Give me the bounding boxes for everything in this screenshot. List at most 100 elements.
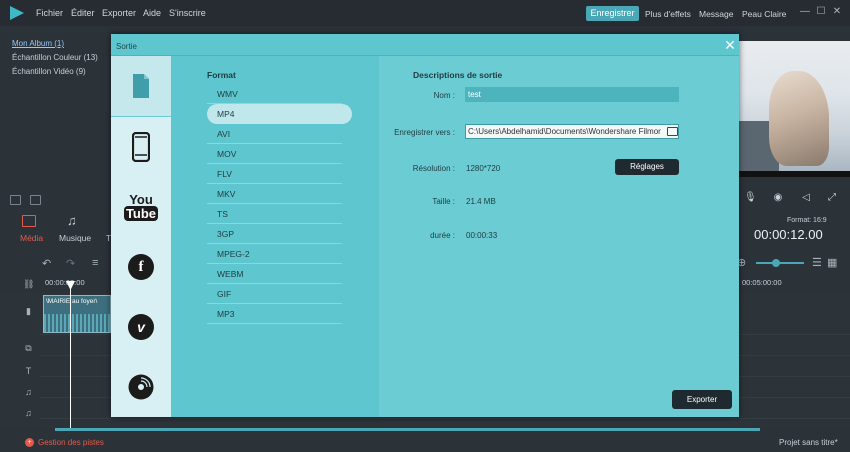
timeline-clip[interactable]: \MAIRIE au foyer\ [43, 295, 111, 333]
save-path-value: C:\Users\Abdelhamid\Documents\Wondershar… [468, 127, 661, 136]
media-tab-icon[interactable] [22, 215, 36, 227]
destination-facebook[interactable]: f [111, 237, 171, 297]
format-heading: Format [207, 70, 236, 80]
tab-media[interactable]: Média [20, 233, 43, 243]
menu-sinscrire[interactable]: S'inscrire [169, 8, 206, 18]
add-folder-icon[interactable] [10, 195, 21, 205]
format-option[interactable]: TS [207, 204, 342, 224]
duration-label: durée : [430, 231, 455, 240]
description-heading: Descriptions de sortie [413, 70, 503, 80]
video-track-icon: ▮ [26, 306, 31, 316]
zoom-slider[interactable] [756, 262, 804, 264]
undo-icon[interactable]: ↶ [42, 257, 51, 270]
destination-dvd[interactable] [111, 357, 171, 417]
destination-list: You Tube f v [111, 56, 171, 417]
resolution-value: 1280*720 [466, 164, 501, 173]
audio-track-icon: ♫ [25, 387, 32, 397]
save-path-field[interactable]: C:\Users\Abdelhamid\Documents\Wondershar… [465, 124, 679, 139]
camera-icon[interactable]: ◉ [772, 192, 784, 204]
tab-music[interactable]: Musique [59, 233, 91, 243]
destination-vimeo[interactable]: v [111, 297, 171, 357]
phone-icon [132, 132, 150, 162]
fullscreen-icon[interactable]: ⤢ [826, 192, 838, 204]
menu-aide[interactable]: Aide [143, 8, 161, 18]
format-option[interactable]: FLV [207, 164, 342, 184]
format-option-selected[interactable]: MP4 [207, 104, 352, 124]
format-option[interactable]: MOV [207, 144, 342, 164]
more-effects-link[interactable]: Plus d'effets [645, 9, 691, 19]
text-track-icon: T [25, 366, 32, 376]
format-option[interactable]: MKV [207, 184, 342, 204]
format-option[interactable]: GIF [207, 284, 342, 304]
track-manager-link[interactable]: Gestion des pistes [38, 438, 104, 447]
grid-view-icon[interactable]: ▦ [827, 256, 837, 269]
format-list: Format WMV MP4 AVI MOV FLV MKV TS 3GP MP… [171, 56, 379, 417]
youtube-you: You [129, 192, 153, 207]
timeline-scrollbar[interactable] [55, 428, 760, 431]
preview-timecode: 00:00:12.00 [754, 227, 823, 242]
menu-exporter[interactable]: Exporter [102, 8, 136, 18]
format-option[interactable]: MPEG-2 [207, 244, 342, 264]
file-icon [133, 74, 149, 98]
menu-fichier[interactable]: Fichier [36, 8, 63, 18]
preview-subject [769, 71, 829, 166]
dialog-title: Sortie [116, 42, 137, 51]
microphone-icon[interactable]: 🎙 [744, 192, 757, 204]
format-option[interactable]: WEBM [207, 264, 342, 284]
audio-track-icon: ♫ [25, 408, 32, 418]
list-view-icon[interactable]: ☰ [812, 256, 822, 269]
name-label: Nom : [433, 91, 455, 100]
destination-local[interactable] [111, 56, 171, 116]
ruler-start-time: 00:00:00:00 [45, 278, 85, 287]
album-item[interactable]: Échantillon Vidéo (9) [12, 67, 86, 76]
size-label: Taille : [432, 197, 455, 206]
delete-folder-icon[interactable] [30, 195, 41, 205]
redo-icon[interactable]: ↷ [66, 257, 75, 270]
album-item[interactable]: Mon Album (1) [12, 39, 64, 48]
close-window-icon[interactable]: ✕ [832, 7, 842, 17]
duration-value: 00:00:33 [466, 231, 498, 240]
add-track-icon[interactable]: + [25, 438, 34, 447]
minimize-icon[interactable]: — [800, 7, 810, 17]
youtube-tube: Tube [123, 206, 159, 221]
destination-youtube[interactable]: You Tube [111, 177, 171, 237]
aspect-format-label: Format: 16:9 [787, 217, 827, 224]
resolution-label: Résolution : [412, 164, 455, 173]
video-preview [739, 41, 850, 171]
maximize-icon[interactable]: ☐ [816, 7, 826, 17]
skin-link[interactable]: Peau Claire [742, 9, 786, 19]
facebook-icon: f [128, 254, 154, 280]
adjust-icon[interactable]: ≡ [92, 257, 98, 269]
message-link[interactable]: Message [699, 9, 734, 19]
ruler-mid-time: 00:05:00:00 [742, 278, 782, 287]
status-bar [0, 433, 850, 452]
project-name: Projet sans titre* [779, 438, 838, 447]
output-description-panel: Descriptions de sortie Nom : Enregistrer… [379, 56, 739, 417]
music-note-icon[interactable]: ♫ [67, 213, 77, 228]
save-to-label: Enregistrer vers : [394, 128, 455, 137]
overlay-track-icon: ⧉ [25, 343, 32, 353]
clip-title: \MAIRIE au foyer\ [46, 298, 98, 305]
menu-editer[interactable]: Éditer [71, 8, 95, 18]
album-item[interactable]: Échantillon Couleur (13) [12, 53, 98, 62]
dvd-icon [128, 374, 154, 400]
close-icon[interactable]: ✕ [723, 38, 737, 52]
youtube-icon: You Tube [123, 192, 159, 221]
format-option[interactable]: 3GP [207, 224, 342, 244]
export-button[interactable]: Exporter [672, 390, 732, 409]
link-icon[interactable]: ⛓ [23, 279, 34, 290]
folder-icon[interactable] [667, 127, 678, 136]
vimeo-icon: v [128, 314, 154, 340]
clip-waveform [44, 314, 110, 332]
destination-device[interactable] [111, 117, 171, 177]
volume-icon[interactable]: ◁ [800, 192, 812, 204]
format-option[interactable]: MP3 [207, 304, 342, 324]
zoom-slider-handle[interactable] [772, 259, 780, 267]
settings-button[interactable]: Réglages [615, 159, 679, 175]
record-export-button[interactable]: Enregistrer [586, 6, 639, 21]
format-option[interactable]: WMV [207, 84, 342, 104]
format-option[interactable]: AVI [207, 124, 342, 144]
dialog-header: Sortie ✕ [111, 34, 739, 56]
playhead[interactable] [70, 283, 71, 428]
name-input[interactable] [465, 87, 679, 102]
